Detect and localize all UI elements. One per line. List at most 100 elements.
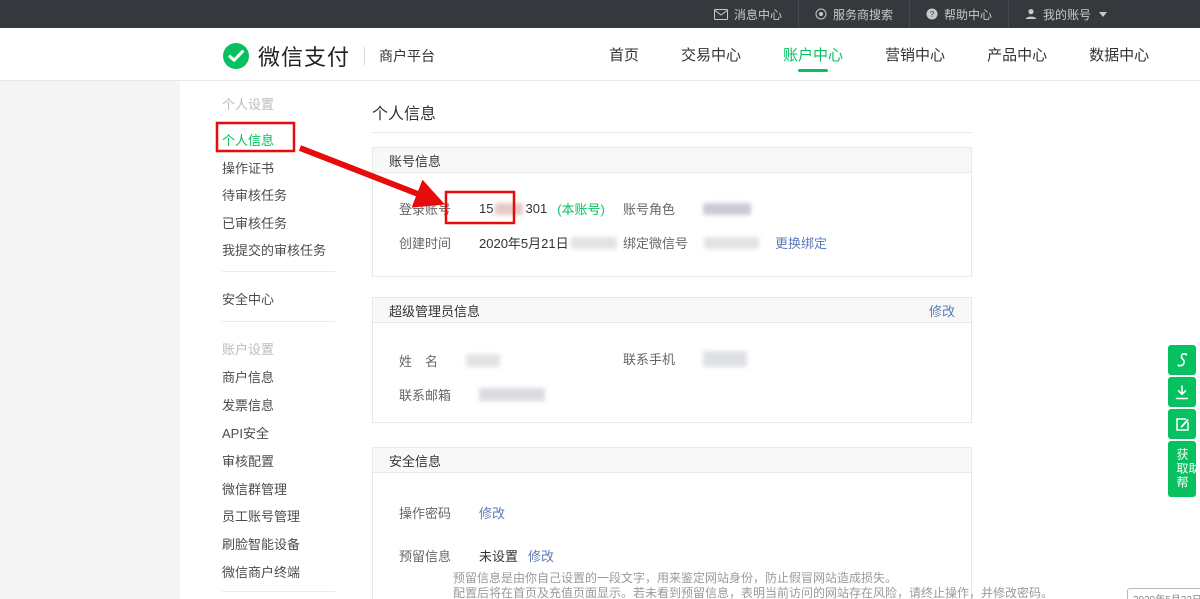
created-time-row: 创建时间 2020年5月21日 [399,233,617,252]
sidebar-item-personal-info[interactable]: 个人信息 [222,130,274,149]
active-nav-underline [798,69,828,72]
operation-password-row: 操作密码 修改 [399,503,505,522]
operation-password-label: 操作密码 [399,503,451,522]
nav-item-data-center[interactable]: 数据中心 [1068,28,1170,81]
topbar-item-label: 帮助中心 [944,6,992,23]
nav-label: 产品中心 [987,44,1047,65]
date-badge: 2020年5月22日 [1127,588,1200,599]
admin-email-redacted [479,388,545,401]
topbar-item-help-center[interactable]: ? 帮助中心 [909,0,1008,28]
created-time-redacted [571,237,617,249]
sidebar-item-review-config[interactable]: 审核配置 [222,451,274,470]
login-account-value: 15 301 [479,201,547,216]
topbar-item-messages[interactable]: 消息中心 [698,0,798,28]
nav-item-account-center[interactable]: 账户中心 [762,28,864,81]
download-button[interactable] [1168,377,1196,407]
sidebar-item-wechat-group-management[interactable]: 微信群管理 [222,479,287,498]
admin-name-redacted [466,354,500,367]
nav-label: 营销中心 [885,44,945,65]
sidebar-item-face-pay-devices[interactable]: 刷脸智能设备 [222,534,300,553]
sidebar-item-reviewed-tasks[interactable]: 已审核任务 [222,213,287,232]
topbar-menu: 消息中心 服务商搜索 ? 帮助中心 我的账号 [698,0,1123,28]
reserved-info-value-wrap: 未设置 修改 [479,546,554,565]
super-admin-card: 超级管理员信息 修改 姓 名 联系手机 联系邮箱 [372,297,972,423]
security-info-card-body: 操作密码 修改 预留信息 未设置 修改 预留信息是由你自己设置的一段文字，用来鉴… [373,473,971,599]
admin-email-label: 联系邮箱 [399,385,451,404]
left-gutter [0,81,180,599]
svg-text:?: ? [930,10,935,19]
topbar-item-label: 消息中心 [734,6,782,23]
user-icon [1025,8,1037,20]
sidebar-divider [222,591,335,592]
wechat-pay-logo-icon [222,42,250,70]
nav-item-marketing-center[interactable]: 营销中心 [864,28,966,81]
sidebar-item-wechat-merchant-terminal[interactable]: 微信商户终端 [222,562,300,581]
customer-service-icon [1175,352,1189,368]
sidebar: 个人设置 个人信息 操作证书 待审核任务 已审核任务 我提交的审核任务 安全中心… [180,81,345,599]
super-admin-card-header: 超级管理员信息 修改 [373,298,971,323]
sidebar-item-api-security[interactable]: API安全 [222,423,269,442]
customer-service-button[interactable] [1168,345,1196,375]
login-account-row: 登录账号 15 301 (本账号) [399,199,605,218]
chevron-down-icon [1099,12,1107,17]
header: 微信支付 商户平台 首页 交易中心 账户中心 营销中心 产品中心 数据中心 [0,28,1200,81]
nav-label: 数据中心 [1089,44,1149,65]
super-admin-card-title: 超级管理员信息 [389,301,480,320]
created-date-text: 2020年5月21日 [479,233,569,252]
reserved-info-edit-link[interactable]: 修改 [528,546,554,565]
account-info-card: 账号信息 登录账号 15 301 (本账号) 账号角色 创建时 [372,147,972,277]
nav-item-home[interactable]: 首页 [588,28,660,81]
topbar-item-label: 服务商搜索 [833,6,893,23]
feedback-button[interactable] [1168,409,1196,439]
sidebar-header-personal-settings: 个人设置 [222,94,274,113]
operation-password-edit-link[interactable]: 修改 [479,503,505,522]
login-number-redacted [495,203,523,215]
nav-label: 交易中心 [681,44,741,65]
page-title: 个人信息 [372,100,436,124]
sidebar-item-my-submitted-review-tasks[interactable]: 我提交的审核任务 [222,240,326,259]
sidebar-item-staff-account-management[interactable]: 员工账号管理 [222,506,300,525]
security-info-card-title: 安全信息 [389,451,441,470]
topbar: 消息中心 服务商搜索 ? 帮助中心 我的账号 [0,0,1200,28]
nav-label: 账户中心 [783,44,843,65]
brand-name: 微信支付 [258,40,350,72]
nav-label: 首页 [609,44,639,65]
sidebar-item-pending-review-tasks[interactable]: 待审核任务 [222,185,287,204]
bound-wechat-label: 绑定微信号 [623,233,688,252]
sidebar-divider [222,321,335,322]
reserved-info-label: 预留信息 [399,546,451,565]
bound-wechat-row: 绑定微信号 更换绑定 [623,233,827,252]
download-icon [1175,385,1189,400]
sidebar-item-invoice-info[interactable]: 发票信息 [222,395,274,414]
created-time-label: 创建时间 [399,233,451,252]
sidebar-divider [222,271,335,272]
super-admin-edit-link[interactable]: 修改 [929,301,955,320]
nav-item-trade-center[interactable]: 交易中心 [660,28,762,81]
account-info-card-title: 账号信息 [389,151,441,170]
change-binding-link[interactable]: 更换绑定 [775,233,827,252]
sidebar-item-security-center[interactable]: 安全中心 [222,289,274,308]
reserved-info-desc-line2: 配置后将在首页及充值页面显示。若未看到预留信息，表明当前访问的网站存在风险，请终… [453,584,1053,599]
mail-icon [714,9,728,20]
main-content: 个人信息 账号信息 登录账号 15 301 (本账号) 账号角色 [372,81,972,599]
admin-name-label: 姓 名 [399,351,438,370]
brand: 微信支付 商户平台 [222,40,435,72]
topbar-item-my-account[interactable]: 我的账号 [1008,0,1123,28]
title-divider [372,132,972,133]
sidebar-item-operation-certificate[interactable]: 操作证书 [222,158,274,177]
account-info-card-header: 账号信息 [373,148,971,173]
get-help-label: 获取帮助 [1176,447,1188,491]
admin-phone-redacted [703,351,747,367]
account-role-redacted [703,203,751,215]
sidebar-item-merchant-info[interactable]: 商户信息 [222,367,274,386]
login-account-label: 登录账号 [399,199,451,218]
login-number-prefix: 15 [479,201,493,216]
admin-phone-label: 联系手机 [623,349,675,368]
nav-item-product-center[interactable]: 产品中心 [966,28,1068,81]
login-number-suffix: 301 [525,201,547,216]
admin-name-row: 姓 名 [399,351,500,370]
get-help-button[interactable]: 获取帮助 [1168,441,1196,497]
topbar-item-service-search[interactable]: 服务商搜索 [798,0,909,28]
created-time-value: 2020年5月21日 [479,233,617,252]
super-admin-card-body: 姓 名 联系手机 联系邮箱 [373,323,971,422]
